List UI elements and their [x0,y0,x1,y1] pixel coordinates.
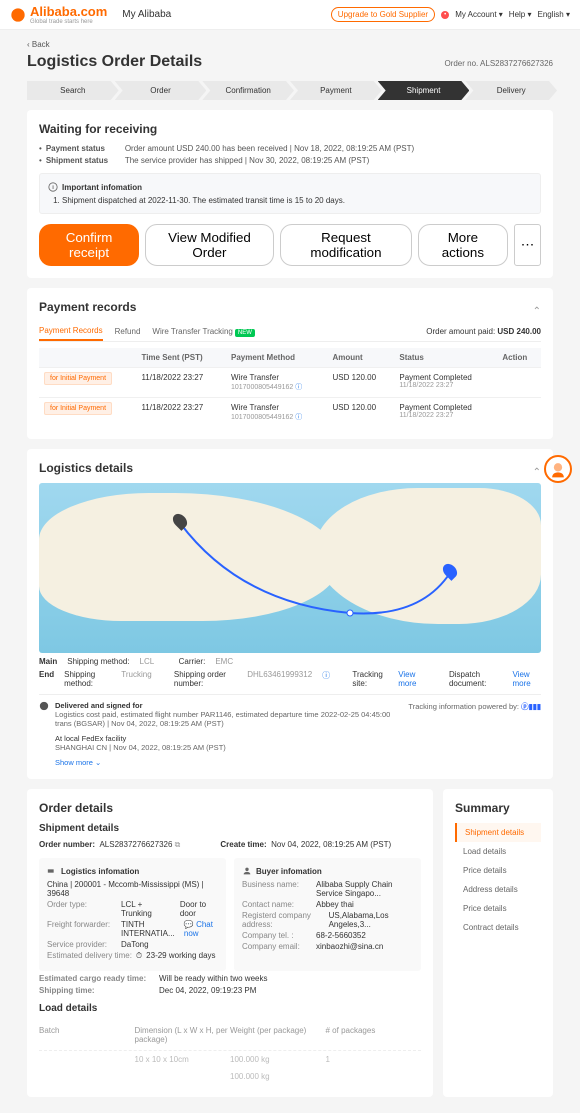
request-modification-button[interactable]: Request modification [280,224,412,266]
tracking-site-link[interactable]: View more [398,670,427,688]
chat-support-button[interactable] [544,455,572,483]
brand-tagline: Global trade starts here [30,19,107,25]
shipment-details-heading: Shipment details [39,823,421,834]
order-details-heading: Order details [39,801,421,815]
svg-text:i: i [52,185,54,191]
amount-paid-label: Order amount paid: USD 240.00 [426,327,541,336]
main-shipping-row: Main Shipping method: LCL Carrier: EMC [39,657,541,666]
load-table-header: BatchDimension (L x W x H, per package)W… [39,1020,421,1051]
show-more-link[interactable]: Show more ⌄ [55,758,541,767]
buyer-info-block: Buyer infomation Business name:Alibaba S… [234,858,421,971]
help-menu[interactable]: Help ▾ [509,10,532,19]
order-number: Order number: ALS2837276627326 ⧉ [39,840,180,850]
dispatch-doc-link[interactable]: View more [512,670,541,688]
sidebar-item-shipment[interactable]: Shipment details [455,823,541,842]
upgrade-gold-button[interactable]: Upgrade to Gold Supplier [331,7,435,22]
powered-by: Tracking information powered by: ⓟ▮▮▮ [408,701,541,728]
logistics-map[interactable] [39,483,541,653]
chevron-up-icon: ⌃ [533,467,541,478]
alibaba-icon [10,7,26,23]
step-search[interactable]: Search [27,81,119,100]
chevron-up-icon: ⌃ [533,306,541,317]
step-order[interactable]: Order [115,81,207,100]
tab-refund[interactable]: Refund [115,323,141,340]
progress-stepper: Search Order Confirmation Payment Shipme… [27,81,553,100]
sidebar-item-load[interactable]: Load details [455,842,541,861]
payment-tag: for Initial Payment [44,372,112,385]
cargo-ready-time: Estimated cargo ready time:Will be ready… [39,974,421,983]
load-details-heading: Load details [39,1003,421,1014]
truck-icon [47,866,57,876]
chat-now-link[interactable]: 💬 Chat now [184,920,218,938]
info-icon: i [48,182,58,192]
important-info-box: iImportant infomation Shipment dispatche… [39,173,541,214]
step-delivery[interactable]: Delivery [465,81,557,100]
order-number-header: Order no. ALS2837276627326 [444,59,553,68]
payment-row: for Initial Payment 11/18/2022 23:27 Wir… [39,398,541,428]
account-menu[interactable]: My Account ▾ [455,10,503,19]
summary-heading: Summary [455,801,541,815]
message-badge[interactable]: • [441,11,449,19]
my-alibaba-link[interactable]: My Alibaba [122,9,171,20]
more-actions-button[interactable]: More actions [418,224,508,266]
tracking-status: Delivered and signed for [55,701,390,710]
end-shipping-row: End Shipping method: Trucking Shipping o… [39,670,541,688]
sidebar-item-address[interactable]: Address details [455,880,541,899]
shipping-time: Shipping time:Dec 04, 2022, 09:19:23 PM [39,986,421,995]
sidebar-item-price[interactable]: Price details [455,861,541,880]
page-title: Logistics Order Details [27,53,202,71]
payment-row: for Initial Payment 11/18/2022 23:27 Wir… [39,368,541,398]
payment-status-line: • Payment status Order amount USD 240.00… [39,144,541,153]
step-shipment[interactable]: Shipment [378,81,470,100]
payment-records-toggle[interactable]: Payment records ⌃ [39,300,541,322]
logistics-details-toggle[interactable]: Logistics details ⌃ [39,461,541,483]
sidebar-item-price2[interactable]: Price details [455,899,541,918]
logistics-info-block: Logistics infomation China | 200001 - Mc… [39,858,226,971]
status-heading: Waiting for receiving [39,122,541,136]
load-row: 100.000 kg [39,1068,421,1085]
support-avatar-icon [548,459,568,479]
shipment-status-line: • Shipment status The service provider h… [39,156,541,165]
language-menu[interactable]: English ▾ [538,10,571,19]
step-confirmation[interactable]: Confirmation [202,81,294,100]
create-time: Create time: Nov 04, 2022, 08:19:25 AM (… [220,840,391,850]
confirm-receipt-button[interactable]: Confirm receipt [39,224,139,266]
user-icon [242,866,252,876]
load-row: 10 x 10 x 10cm100.000 kg1 [39,1051,421,1068]
payment-table: Time Sent (PST)Payment MethodAmountStatu… [39,348,541,427]
back-link[interactable]: ‹ Back [27,36,553,53]
route-line [39,483,541,653]
payment-tag: for Initial Payment [44,402,112,415]
tab-payment-records[interactable]: Payment Records [39,322,103,341]
check-circle-icon [39,701,49,711]
brand-logo[interactable]: Alibaba.com Global trade starts here [10,4,107,25]
view-modified-order-button[interactable]: View Modified Order [145,224,274,266]
sidebar-item-contract[interactable]: Contract details [455,918,541,937]
more-actions-dropdown[interactable]: ⋯ [514,224,541,266]
step-payment[interactable]: Payment [290,81,382,100]
tab-wire-transfer[interactable]: Wire Transfer TrackingNEW [152,323,254,340]
brand-name: Alibaba.com [30,4,107,19]
